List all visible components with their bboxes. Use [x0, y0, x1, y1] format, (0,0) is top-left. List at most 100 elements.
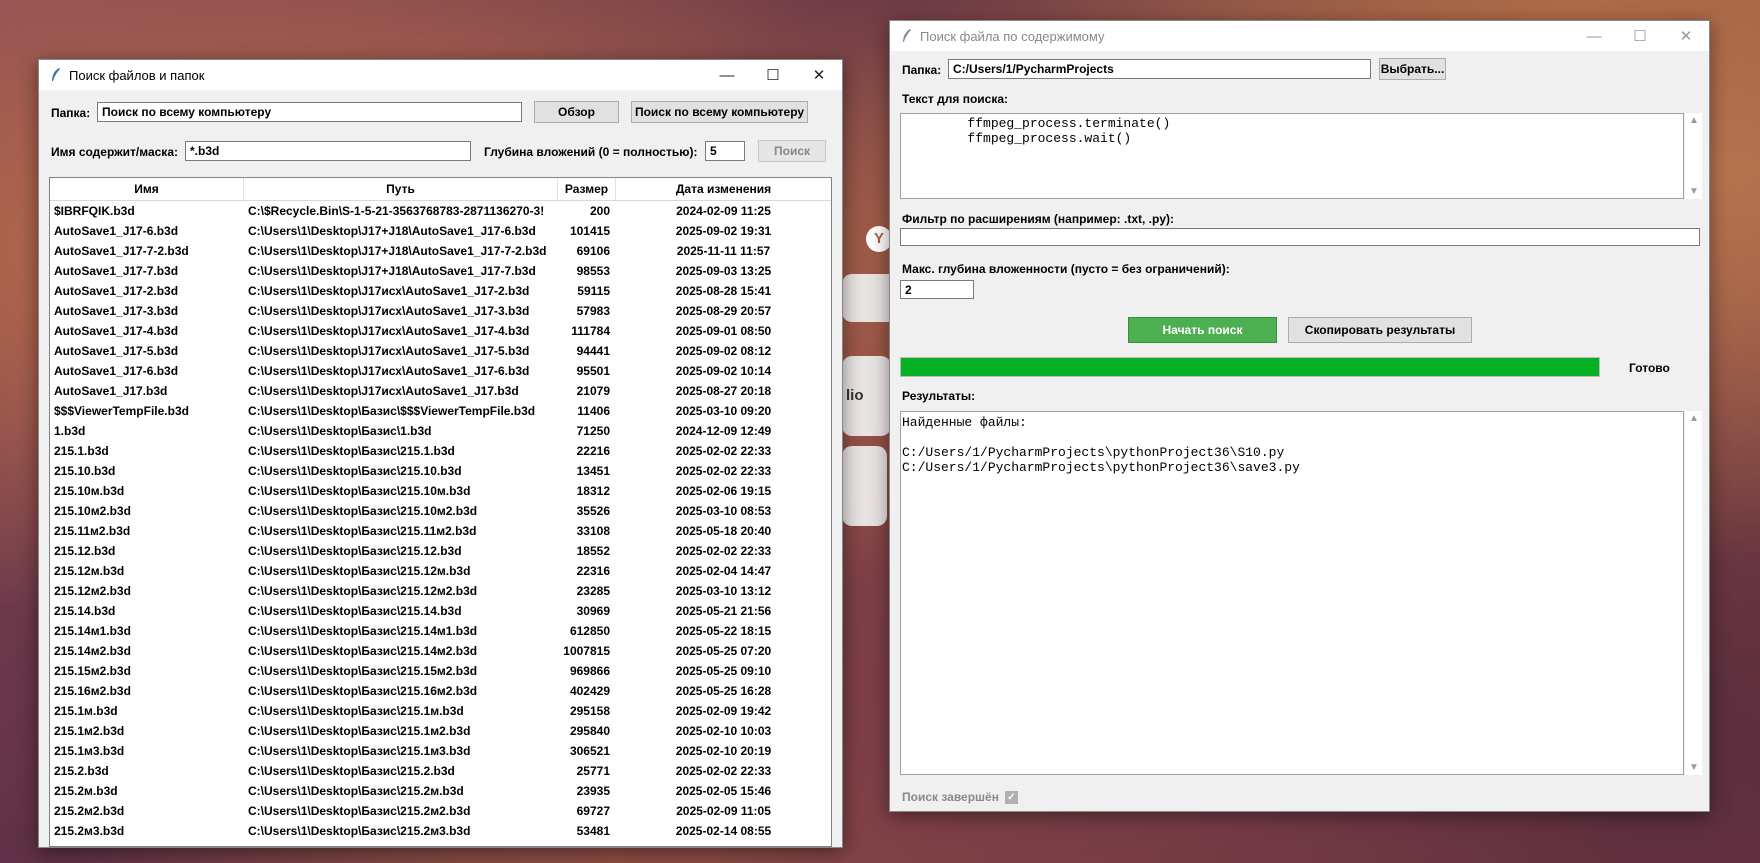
results-scrollbar[interactable]: ▲ ▼: [1685, 411, 1702, 775]
table-row[interactable]: AutoSave1_J17-6.b3d C:\Users\1\Desktop\J1…: [50, 221, 831, 241]
scroll-down-icon[interactable]: ▼: [1689, 762, 1699, 773]
table-row[interactable]: AutoSave1_J17-3.b3d C:\Users\1\Desktop\J1…: [50, 301, 831, 321]
table-row[interactable]: 215.1м3.b3d C:\Users\1\Desktop\Базис\215.…: [50, 741, 831, 761]
cell-date: 2025-02-02 22:33: [675, 544, 772, 558]
column-header-date[interactable]: Дата изменения: [616, 178, 831, 200]
minimize-icon[interactable]: —: [704, 60, 750, 90]
title-bar: Поиск файла по содержимому — ☐ ✕: [890, 21, 1709, 51]
table-row[interactable]: 1.b3d C:\Users\1\Desktop\Базис\1.b3d 71250…: [50, 421, 831, 441]
column-header-path[interactable]: Путь: [244, 178, 558, 200]
cell-name: 215.1м3.b3d: [54, 744, 125, 758]
results-text-area[interactable]: Найденные файлы: C:/Users/1/PycharmProje…: [900, 411, 1684, 775]
table-row[interactable]: AutoSave1_J17-5.b3d C:\Users\1\Desktop\J1…: [50, 341, 831, 361]
table-row[interactable]: AutoSave1_J17.b3d C:\Users\1\Desktop\J17и…: [50, 381, 831, 401]
table-row[interactable]: AutoSave1_J17-6.b3d C:\Users\1\Desktop\J1…: [50, 361, 831, 381]
cell-name: 215.1.b3d: [54, 444, 109, 458]
cell-size: 21079: [576, 384, 610, 398]
maximize-icon[interactable]: ☐: [750, 60, 796, 90]
column-header-size[interactable]: Размер: [558, 178, 616, 200]
table-row[interactable]: 215.2м3.b3d C:\Users\1\Desktop\Базис\215.…: [50, 821, 831, 841]
maximize-icon[interactable]: ☐: [1617, 21, 1663, 51]
table-row[interactable]: 215.16м2.b3d C:\Users\1\Desktop\Базис\215…: [50, 681, 831, 701]
close-icon[interactable]: ✕: [1663, 21, 1709, 51]
browse-button[interactable]: Обзор: [534, 101, 619, 123]
table-row[interactable]: 215.2м2.b3d C:\Users\1\Desktop\Базис\215.…: [50, 801, 831, 821]
cell-name: $$$ViewerTempFile.b3d: [54, 404, 189, 418]
folder-input[interactable]: Поиск по всему компьютеру: [97, 102, 522, 122]
cell-date: 2025-11-11 11:57: [676, 244, 771, 258]
table-row[interactable]: 215.14м2.b3d C:\Users\1\Desktop\Базис\215…: [50, 641, 831, 661]
cell-path: C:\Users\1\Desktop\J17+J18\AutoSave1_J17…: [248, 264, 536, 278]
cell-date: 2025-02-10 20:19: [675, 744, 772, 758]
table-row[interactable]: AutoSave1_J17-4.b3d C:\Users\1\Desktop\J1…: [50, 321, 831, 341]
choose-folder-button[interactable]: Выбрать...: [1379, 58, 1446, 80]
search-button[interactable]: Поиск: [758, 140, 826, 162]
max-depth-input[interactable]: 2: [900, 280, 974, 299]
search-text-area[interactable]: ffmpeg_process.terminate() ffmpeg_proces…: [900, 113, 1684, 199]
table-row[interactable]: 215.2.b3d C:\Users\1\Desktop\Базис\215.2.…: [50, 761, 831, 781]
folder-input[interactable]: C:/Users/1/PycharmProjects: [948, 59, 1371, 79]
ext-filter-input[interactable]: [900, 228, 1700, 246]
table-row[interactable]: $$$ViewerTempFile.b3d C:\Users\1\Desktop\…: [50, 401, 831, 421]
cell-size: 35526: [576, 504, 610, 518]
scroll-up-icon[interactable]: ▲: [1689, 115, 1699, 126]
cell-date: 2025-02-02 22:33: [675, 444, 772, 458]
table-row[interactable]: $IBRFQIK.b3d C:\$Recycle.Bin\S-1-5-21-356…: [50, 201, 831, 221]
table-row[interactable]: 215.10.b3d C:\Users\1\Desktop\Базис\215.1…: [50, 461, 831, 481]
table-row[interactable]: 215.12м.b3d C:\Users\1\Desktop\Базис\215.…: [50, 561, 831, 581]
cell-name: 215.11м2.b3d: [54, 524, 131, 538]
table-row[interactable]: AutoSave1_J17-2.b3d C:\Users\1\Desktop\J1…: [50, 281, 831, 301]
window-title: Поиск файлов и папок: [69, 67, 205, 83]
table-row[interactable]: 215.15м2.b3d C:\Users\1\Desktop\Базис\215…: [50, 661, 831, 681]
cell-date: 2025-09-01 08:50: [675, 324, 772, 338]
results-table: Имя Путь Размер Дата изменения $IBRFQIK.…: [49, 177, 832, 847]
cell-size: 25771: [576, 764, 610, 778]
table-row[interactable]: 215.12.b3d C:\Users\1\Desktop\Базис\215.1…: [50, 541, 831, 561]
cell-name: AutoSave1_J17-7-2.b3d: [54, 244, 189, 258]
search-all-button[interactable]: Поиск по всему компьютеру: [631, 101, 808, 123]
cell-name: 215.10м2.b3d: [54, 504, 131, 518]
column-header-name[interactable]: Имя: [50, 178, 244, 200]
cell-date: 2025-08-27 20:18: [675, 384, 772, 398]
cell-name: 215.16м2.b3d: [54, 684, 131, 698]
cell-name: 215.15м2.b3d: [54, 664, 131, 678]
table-row[interactable]: AutoSave1_J17-7.b3d C:\Users\1\Desktop\J1…: [50, 261, 831, 281]
table-row[interactable]: 215.12м2.b3d C:\Users\1\Desktop\Базис\215…: [50, 581, 831, 601]
start-search-button[interactable]: Начать поиск: [1128, 317, 1277, 343]
cell-path: C:\Users\1\Desktop\Базис\215.2м3.b3d: [248, 824, 471, 838]
cell-name: 215.12м.b3d: [54, 564, 125, 578]
table-row[interactable]: 215.2м.b3d C:\Users\1\Desktop\Базис\215.2…: [50, 781, 831, 801]
close-icon[interactable]: ✕: [796, 60, 842, 90]
table-row[interactable]: 215.14м1.b3d C:\Users\1\Desktop\Базис\215…: [50, 621, 831, 641]
window-title: Поиск файла по содержимому: [920, 28, 1105, 44]
cell-date: 2025-02-14 08:55: [675, 824, 772, 838]
depth-input[interactable]: 5: [705, 141, 745, 161]
cell-date: 2025-02-04 14:47: [675, 564, 772, 578]
table-row[interactable]: 215.10м2.b3d C:\Users\1\Desktop\Базис\215…: [50, 501, 831, 521]
table-row[interactable]: 215.11м2.b3d C:\Users\1\Desktop\Базис\215…: [50, 521, 831, 541]
table-row[interactable]: 215.1м2.b3d C:\Users\1\Desktop\Базис\215.…: [50, 721, 831, 741]
cell-size: 111784: [571, 324, 610, 338]
mask-input[interactable]: *.b3d: [185, 141, 471, 161]
copy-results-button[interactable]: Скопировать результаты: [1288, 317, 1472, 343]
table-row[interactable]: 215.1м.b3d C:\Users\1\Desktop\Базис\215.1…: [50, 701, 831, 721]
search-text-label: Текст для поиска:: [902, 92, 1009, 106]
cell-date: 2025-09-02 19:31: [675, 224, 772, 238]
cell-name: 215.2м.b3d: [54, 784, 118, 798]
folder-label: Папка:: [51, 106, 91, 120]
table-row[interactable]: AutoSave1_J17-7-2.b3d C:\Users\1\Desktop\…: [50, 241, 831, 261]
table-row[interactable]: 215.1.b3d C:\Users\1\Desktop\Базис\215.1.…: [50, 441, 831, 461]
search-text-scrollbar[interactable]: ▲ ▼: [1685, 113, 1702, 199]
table-row[interactable]: 215.14.b3d C:\Users\1\Desktop\Базис\215.1…: [50, 601, 831, 621]
cell-date: 2024-12-09 12:49: [675, 424, 772, 438]
scroll-down-icon[interactable]: ▼: [1689, 186, 1699, 197]
cell-path: C:\Users\1\Desktop\Базис\215.11м2.b3d: [248, 524, 477, 538]
table-row[interactable]: 215.10м.b3d C:\Users\1\Desktop\Базис\215.…: [50, 481, 831, 501]
progress-bar: [900, 357, 1600, 377]
minimize-icon[interactable]: —: [1571, 21, 1617, 51]
cell-date: 2025-05-25 07:20: [675, 644, 772, 658]
cell-size: 33108: [576, 524, 610, 538]
cell-size: 71250: [576, 424, 610, 438]
cell-path: C:\Users\1\Desktop\Базис\215.1м.b3d: [248, 704, 464, 718]
scroll-up-icon[interactable]: ▲: [1689, 413, 1699, 424]
